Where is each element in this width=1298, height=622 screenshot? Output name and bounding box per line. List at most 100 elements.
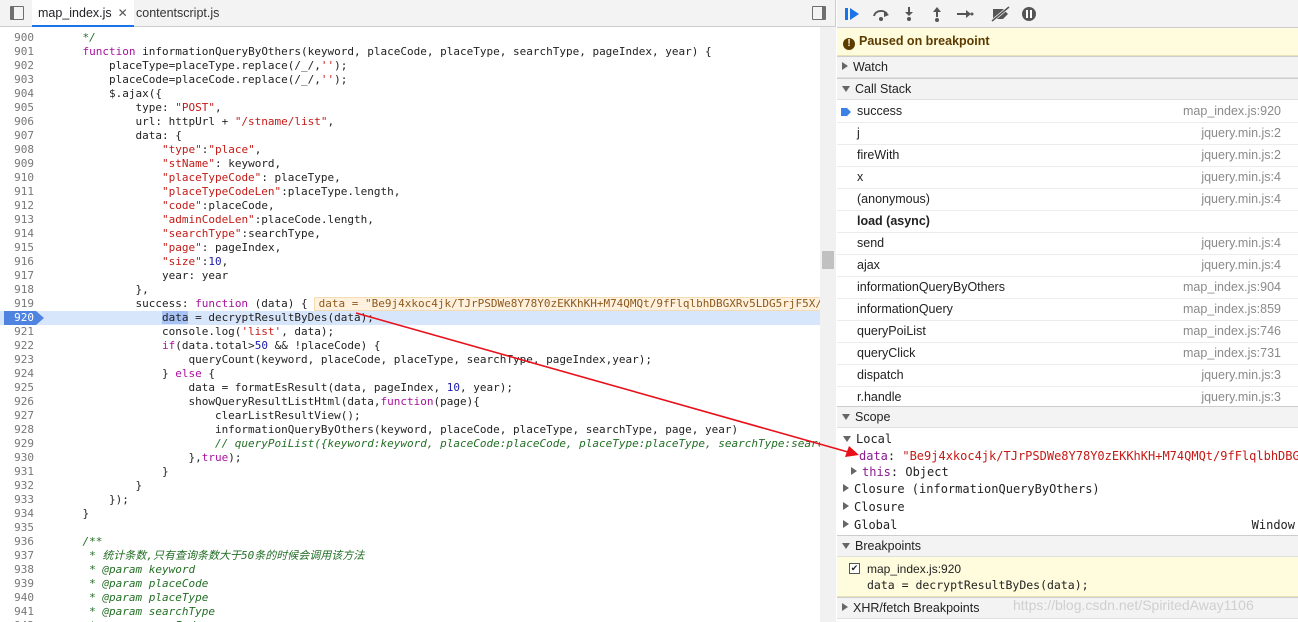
call-frame[interactable]: informationQuery map_index.js:859 [837, 299, 1298, 321]
scope-var-this[interactable]: this: Object [837, 463, 1298, 481]
code-line[interactable]: 936 /** [0, 535, 820, 549]
code-line[interactable]: 911 "placeTypeCodeLen":placeType.length, [0, 185, 820, 199]
frame-location[interactable]: jquery.min.js:2 [1201, 145, 1281, 166]
line-number[interactable]: 939 [0, 577, 38, 591]
frame-location[interactable]: jquery.min.js:4 [1201, 189, 1281, 210]
code-line[interactable]: 937 * 统计条数,只有查询条数大于50条的时候会调用该方法 [0, 549, 820, 563]
frame-location[interactable]: map_index.js:731 [1183, 343, 1281, 364]
line-number[interactable]: 905 [0, 101, 38, 115]
code-line[interactable]: 915 "page": pageIndex, [0, 241, 820, 255]
code-line[interactable]: 927 clearListResultView(); [0, 409, 820, 423]
code-line[interactable]: 941 * @param searchType [0, 605, 820, 619]
frame-location[interactable]: jquery.min.js:2 [1201, 123, 1281, 144]
step-button[interactable] [955, 4, 975, 24]
line-number[interactable]: 902 [0, 59, 38, 73]
frame-location[interactable]: map_index.js:904 [1183, 277, 1281, 298]
code-line-current[interactable]: 920 data = decryptResultByDes(data); [0, 311, 820, 325]
line-number[interactable]: 911 [0, 185, 38, 199]
scope-closure[interactable]: Closure [837, 498, 1298, 516]
code-line[interactable]: 922 if(data.total>50 && !placeCode) { [0, 339, 820, 353]
code-line[interactable]: 903 placeCode=placeCode.replace(/_/,''); [0, 73, 820, 87]
code-line[interactable]: 928 informationQueryByOthers(keyword, pl… [0, 423, 820, 437]
code-line[interactable]: 929 // queryPoiList({keyword:keyword, pl… [0, 437, 835, 451]
code-line[interactable]: 934 } [0, 507, 820, 521]
line-number[interactable]: 919 [0, 297, 38, 311]
line-number[interactable]: 930 [0, 451, 38, 465]
tab-contentscript[interactable]: contentscript.js [130, 0, 225, 27]
code-line[interactable]: 923 queryCount(keyword, placeCode, place… [0, 353, 820, 367]
code-line[interactable]: 916 "size":10, [0, 255, 820, 269]
line-number[interactable]: 922 [0, 339, 38, 353]
close-icon[interactable]: ✕ [118, 6, 128, 20]
line-number[interactable]: 918 [0, 283, 38, 297]
call-frame[interactable]: dispatch jquery.min.js:3 [837, 365, 1298, 387]
line-number[interactable]: 913 [0, 213, 38, 227]
call-frame[interactable]: informationQueryByOthers map_index.js:904 [837, 277, 1298, 299]
frame-location[interactable]: jquery.min.js:4 [1201, 233, 1281, 254]
line-number[interactable]: 900 [0, 31, 38, 45]
code-line[interactable]: 935 [0, 521, 820, 535]
line-number[interactable]: 923 [0, 353, 38, 367]
code-line[interactable]: 904 $.ajax({ [0, 87, 820, 101]
code-line[interactable]: 918 }, [0, 283, 820, 297]
call-frame[interactable]: queryPoiList map_index.js:746 [837, 321, 1298, 343]
breakpoint-item[interactable]: ✔ map_index.js:920 data = decryptResultB… [837, 557, 1298, 597]
scope-closure-named[interactable]: Closure (informationQueryByOthers) [837, 480, 1298, 498]
call-frame[interactable]: success map_index.js:920 [837, 101, 1298, 123]
step-out-button[interactable] [927, 4, 947, 24]
line-number[interactable]: 935 [0, 521, 38, 535]
line-number[interactable]: 904 [0, 87, 38, 101]
code-line[interactable]: 905 type: "POST", [0, 101, 820, 115]
line-number[interactable]: 921 [0, 325, 38, 339]
pause-on-exceptions-button[interactable] [1019, 4, 1039, 24]
line-number[interactable]: 941 [0, 605, 38, 619]
scope-local[interactable]: Local [837, 430, 1298, 448]
breakpoints-section-header[interactable]: Breakpoints [837, 535, 1298, 557]
line-number[interactable]: 901 [0, 45, 38, 59]
code-line[interactable]: 921 console.log('list', data); [0, 325, 820, 339]
line-number[interactable]: 929 [0, 437, 38, 451]
line-number[interactable]: 931 [0, 465, 38, 479]
line-number[interactable]: 936 [0, 535, 38, 549]
line-number[interactable]: 915 [0, 241, 38, 255]
call-frame[interactable]: ajax jquery.min.js:4 [837, 255, 1298, 277]
code-line[interactable]: 901 function informationQueryByOthers(ke… [0, 45, 820, 59]
toggle-debugger-icon[interactable] [812, 6, 826, 20]
editor-scrollbar[interactable] [820, 27, 836, 622]
code-line[interactable]: 900 */ [0, 31, 820, 45]
line-number[interactable]: 908 [0, 143, 38, 157]
code-line[interactable]: 932 } [0, 479, 820, 493]
call-frame[interactable]: x jquery.min.js:4 [837, 167, 1298, 189]
code-line[interactable]: 913 "adminCodeLen":placeCode.length, [0, 213, 820, 227]
frame-location[interactable]: map_index.js:920 [1183, 101, 1281, 122]
line-number[interactable]: 909 [0, 157, 38, 171]
code-line[interactable]: 909 "stName": keyword, [0, 157, 820, 171]
line-number[interactable]: 937 [0, 549, 38, 563]
line-number[interactable]: 903 [0, 73, 38, 87]
code-line[interactable]: 906 url: httpUrl + "/stname/list", [0, 115, 820, 129]
line-number[interactable]: 928 [0, 423, 38, 437]
code-line[interactable]: 908 "type":"place", [0, 143, 820, 157]
code-line[interactable]: 910 "placeTypeCode": placeType, [0, 171, 820, 185]
code-line[interactable]: 933 }); [0, 493, 820, 507]
tab-map-index[interactable]: map_index.js ✕ [32, 0, 134, 27]
code-line[interactable]: 931 } [0, 465, 820, 479]
line-number[interactable]: 920 [0, 311, 38, 325]
line-number[interactable]: 925 [0, 381, 38, 395]
code-line[interactable]: 925 data = formatEsResult(data, pageInde… [0, 381, 820, 395]
code-line[interactable]: 939 * @param placeCode [0, 577, 820, 591]
code-line[interactable]: 940 * @param placeType [0, 591, 820, 605]
call-stack-section-header[interactable]: Call Stack [837, 78, 1298, 100]
frame-location[interactable]: jquery.min.js:3 [1201, 387, 1281, 408]
line-number[interactable]: 927 [0, 409, 38, 423]
resume-button[interactable] [843, 4, 863, 24]
code-line[interactable]: 917 year: year [0, 269, 820, 283]
code-line[interactable]: 926 showQueryResultListHtml(data,functio… [0, 395, 820, 409]
code-editor[interactable]: 900 */901 function informationQueryByOth… [0, 27, 835, 622]
line-number[interactable]: 940 [0, 591, 38, 605]
line-number[interactable]: 917 [0, 269, 38, 283]
scope-section-header[interactable]: Scope [837, 406, 1298, 428]
call-frame[interactable]: fireWith jquery.min.js:2 [837, 145, 1298, 167]
breakpoint-checkbox[interactable]: ✔ [849, 563, 860, 574]
code-line[interactable]: 924 } else { [0, 367, 820, 381]
